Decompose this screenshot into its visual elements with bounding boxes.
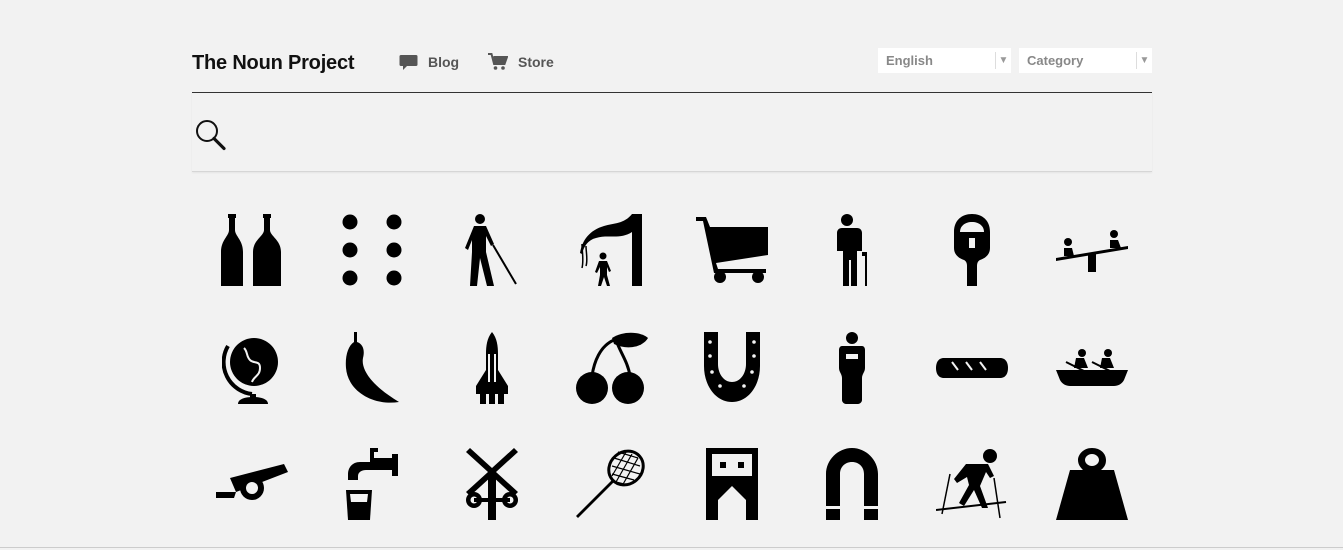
- nav-blog-link[interactable]: Blog: [399, 52, 459, 72]
- faucet-cup-icon: [346, 448, 398, 520]
- magnifier-icon: [196, 120, 226, 151]
- icon-tile[interactable]: [922, 318, 1022, 418]
- railroad-crossing-icon: [466, 448, 518, 520]
- icon-tile[interactable]: [922, 200, 1022, 300]
- icon-tile[interactable]: [802, 434, 902, 534]
- icon-tile[interactable]: [1042, 200, 1142, 300]
- icon-tile[interactable]: [442, 318, 542, 418]
- site-header: The Noun Project Blog Store English ▼ Ca…: [192, 44, 1152, 80]
- language-select[interactable]: English ▼: [878, 48, 1011, 73]
- horseshoe-icon: [704, 332, 760, 402]
- badminton-racket-icon: [576, 449, 645, 518]
- icon-tile[interactable]: [322, 200, 422, 300]
- seesaw-icon: [1056, 230, 1128, 272]
- hands-bound-person-icon: [839, 332, 865, 404]
- icon-tile[interactable]: [202, 434, 302, 534]
- search-input[interactable]: [236, 111, 1136, 155]
- bread-loaf-icon: [936, 358, 1008, 378]
- icon-tile[interactable]: [322, 318, 422, 418]
- nav-blog-label: Blog: [428, 54, 460, 70]
- icon-tile[interactable]: [1042, 318, 1142, 418]
- braille-dots-icon: [342, 214, 402, 286]
- icon-tile[interactable]: [1042, 434, 1142, 534]
- icon-tile[interactable]: [802, 200, 902, 300]
- icon-tile[interactable]: [202, 200, 302, 300]
- icon-tile[interactable]: [922, 434, 1022, 534]
- weight-icon: [1056, 448, 1128, 520]
- cannon-icon: [216, 464, 288, 500]
- waterfall-icon: [580, 214, 642, 286]
- bottles-icon: [221, 214, 281, 286]
- site-logo[interactable]: The Noun Project: [192, 52, 355, 75]
- chevron-down-icon: ▼: [1136, 52, 1152, 69]
- nav-store-link[interactable]: Store: [488, 52, 554, 72]
- nav-store-label: Store: [518, 54, 554, 70]
- magnet-icon: [826, 448, 878, 520]
- cabinet-icon: [706, 448, 758, 520]
- category-select[interactable]: Category ▼: [1019, 48, 1152, 73]
- space-shuttle-icon: [476, 332, 508, 404]
- icon-tile[interactable]: [562, 200, 662, 300]
- chili-pepper-icon: [345, 332, 399, 403]
- category-select-value: Category: [1027, 53, 1084, 68]
- cherries-icon: [576, 332, 648, 404]
- icon-tile[interactable]: [682, 434, 782, 534]
- blind-walker-icon: [465, 214, 517, 286]
- globe-icon: [222, 338, 278, 404]
- icon-tile[interactable]: [442, 200, 542, 300]
- shopping-cart-icon: [696, 217, 768, 283]
- cart-icon: [488, 53, 508, 70]
- icon-tile[interactable]: [562, 318, 662, 418]
- canoe-icon: [1056, 349, 1128, 386]
- speech-bubble-icon: [399, 54, 418, 70]
- language-select-value: English: [886, 53, 933, 68]
- icon-tile[interactable]: [682, 200, 782, 300]
- elderly-person-icon: [837, 214, 867, 286]
- page-container: The Noun Project Blog Store English ▼ Ca…: [192, 0, 1152, 550]
- parking-meter-icon: [954, 214, 990, 286]
- skier-icon: [936, 449, 1007, 519]
- footer-divider: [0, 547, 1343, 548]
- icon-tile[interactable]: [682, 318, 782, 418]
- icon-tile[interactable]: [562, 434, 662, 534]
- chevron-down-icon: ▼: [995, 52, 1011, 69]
- icon-tile[interactable]: [322, 434, 422, 534]
- icon-tile[interactable]: [202, 318, 302, 418]
- search-bar: [192, 92, 1152, 172]
- icon-tile[interactable]: [442, 434, 542, 534]
- icon-tile[interactable]: [802, 318, 902, 418]
